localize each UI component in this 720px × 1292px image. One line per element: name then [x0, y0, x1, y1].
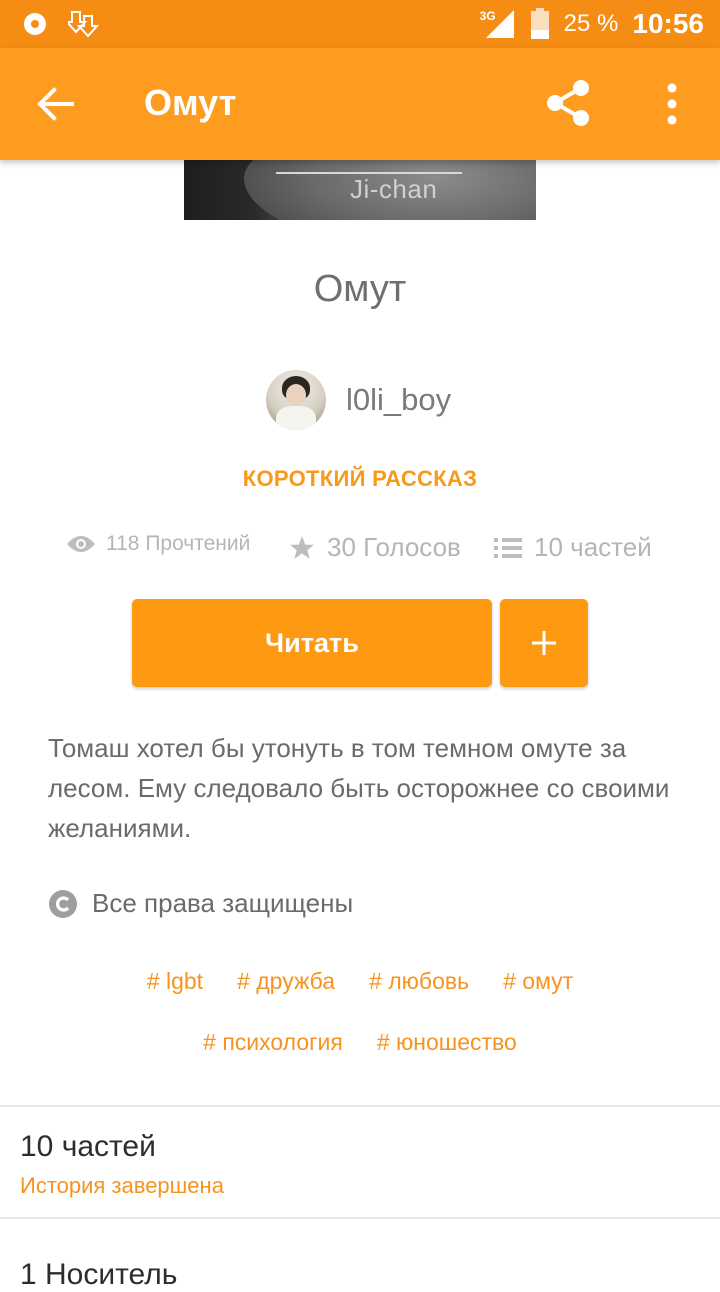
author[interactable]: l0li_boy	[266, 370, 451, 430]
app-bar: Омут	[0, 48, 720, 160]
plus-icon	[532, 631, 556, 655]
share-icon[interactable]	[543, 78, 593, 128]
avatar[interactable]	[266, 370, 326, 430]
add-to-library-button[interactable]	[500, 599, 588, 687]
story-title: Омут	[313, 268, 407, 310]
more-vert-icon[interactable]	[660, 82, 684, 126]
signal-icon: 3G	[480, 6, 516, 42]
star-icon	[290, 535, 314, 559]
battery-icon	[530, 8, 549, 39]
votes-stat: 30 Голосов	[289, 532, 461, 563]
download-icon	[68, 11, 100, 38]
clock: 10:56	[632, 8, 704, 39]
author-name[interactable]: l0li_boy	[346, 382, 451, 418]
record-icon	[24, 13, 46, 35]
app-bar-title: Омут	[144, 82, 237, 123]
reads-count: 118 Прочтений	[106, 532, 251, 555]
tag-item[interactable]: # дружба	[237, 968, 335, 1029]
reads-stat: 118 Прочтений	[66, 532, 250, 556]
divider	[0, 1105, 720, 1107]
story-description: Томаш хотел бы утонуть в том темном омут…	[48, 733, 670, 843]
tag-item[interactable]: # любовь	[369, 968, 469, 1029]
story-category[interactable]: КОРОТКИЙ РАССКАЗ	[0, 466, 720, 492]
tag-item[interactable]: # омут	[503, 968, 573, 1029]
tag-item[interactable]: # психология	[203, 1029, 343, 1090]
parts-count: 10 частей	[534, 532, 652, 562]
list-icon	[494, 537, 522, 558]
copyright: Все права защищены	[48, 888, 353, 919]
parts-stat: 10 частей	[494, 532, 652, 563]
votes-count: 30 Голосов	[327, 532, 461, 562]
media-section-title[interactable]: 1 Носитель	[20, 1258, 177, 1292]
cover-text: Ji-chan	[350, 174, 438, 204]
status-bar: 3G 25 % 10:56	[0, 0, 720, 48]
eye-icon	[67, 536, 95, 552]
divider	[0, 1217, 720, 1219]
read-button[interactable]: Читать	[132, 599, 492, 687]
tag-item[interactable]: # юношество	[377, 1029, 517, 1090]
back-arrow-icon[interactable]	[34, 82, 78, 126]
story-stats: 118 Прочтений 30 Голосов 10 частей	[0, 532, 720, 572]
cover-image[interactable]: Ji-chan	[184, 160, 536, 220]
parts-section-title[interactable]: 10 частей	[20, 1130, 156, 1164]
battery-percent: 25 %	[563, 10, 619, 37]
story-status: История завершена	[20, 1173, 224, 1198]
tag-item[interactable]: # lgbt	[147, 968, 203, 1029]
copyright-icon	[49, 889, 77, 918]
copyright-label: Все права защищены	[92, 888, 354, 918]
tag-list: # lgbt # дружба # любовь # омут # психол…	[40, 968, 680, 1090]
